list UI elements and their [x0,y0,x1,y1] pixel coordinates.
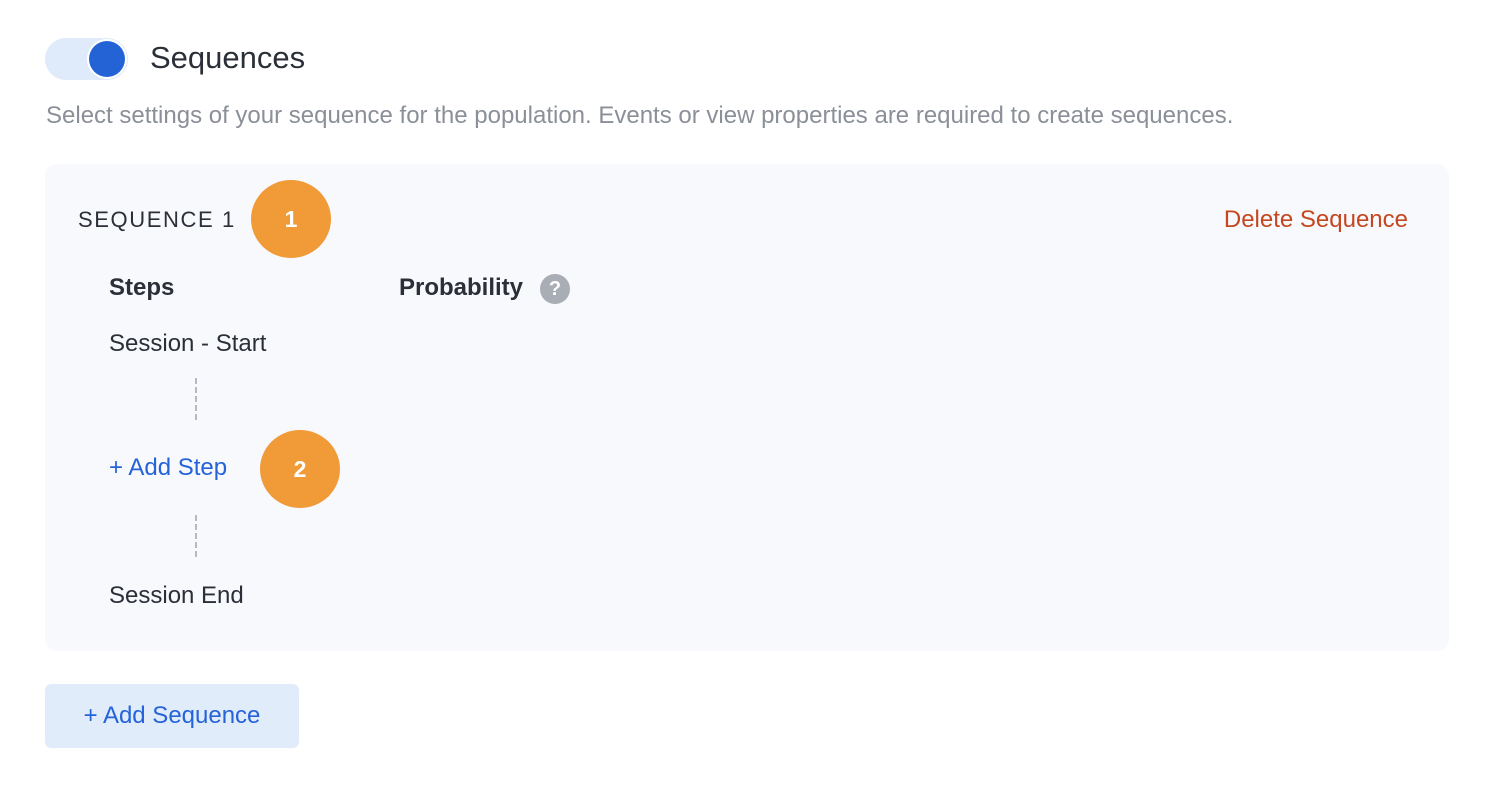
sequence-label: SEQUENCE 1 [78,207,236,232]
question-circle-icon[interactable]: ? [540,274,570,304]
delete-sequence-link[interactable]: Delete Sequence [1224,204,1408,236]
step-session-end: Session End [109,582,244,609]
annotation-badge-1: 1 [251,180,331,258]
steps-column-header: Steps [109,274,175,301]
step-connector [195,515,197,557]
step-session-start: Session - Start [109,330,267,357]
sequences-toggle[interactable] [45,38,128,80]
page-title: Sequences [150,40,306,75]
page-subtitle: Select settings of your sequence for the… [46,102,1234,129]
toggle-knob-fill [91,43,123,75]
probability-column-header: Probability [399,274,524,301]
sequence-card: SEQUENCE 1 1 Delete Sequence Steps Proba… [45,164,1449,651]
step-connector [195,378,197,420]
annotation-badge-2: 2 [260,430,340,508]
add-sequence-button[interactable]: + Add Sequence [45,684,299,748]
toggle-knob [87,39,127,79]
add-step-link[interactable]: + Add Step [109,452,227,484]
